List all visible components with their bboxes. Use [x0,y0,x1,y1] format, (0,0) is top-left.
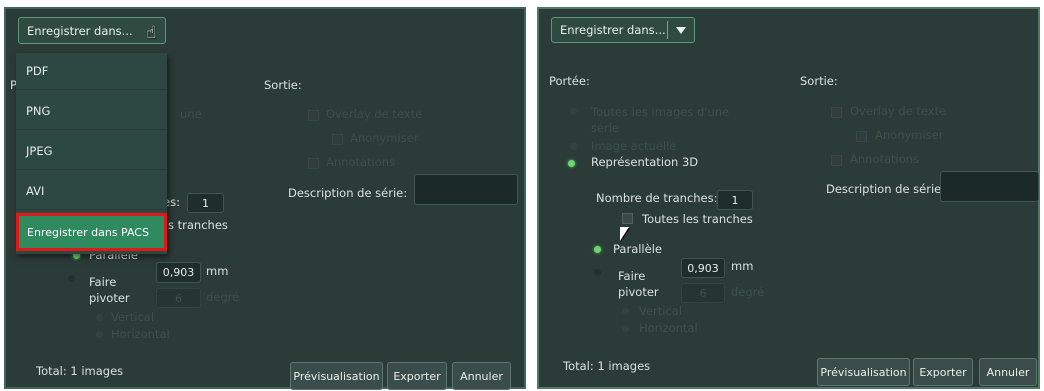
total-images-label: Total: 1 images [36,364,124,378]
mm-unit: mm [206,264,229,278]
export-button[interactable]: Exporter [387,362,447,390]
vertical-radio[interactable] [96,314,103,321]
export-dialog-left: Enregistrer dans... P une Sortie: Overla… [4,7,526,390]
series-description-input[interactable] [940,171,1039,202]
annotations-checkbox[interactable] [308,158,319,169]
mm-unit: mm [731,259,754,273]
series-description-input[interactable] [414,174,518,205]
vertical-label: Vertical [111,310,155,324]
horizontal-label: Horizontal [111,327,170,341]
overlay-label: Overlay de texte [326,107,423,121]
degree-unit: degré [731,285,765,299]
rotate-radio[interactable] [68,275,75,282]
save-to-dropdown[interactable]: Enregistrer dans... [551,17,695,43]
slices-count-input[interactable]: 1 [717,190,753,210]
cancel-button[interactable]: Annuler [979,358,1037,386]
preview-button[interactable]: Prévisualisation [817,358,910,386]
rotate-radio[interactable] [594,269,601,276]
hand-cursor-icon: ☝ [146,23,157,43]
export-dialog-right: Enregistrer dans... Portée: Toutes les i… [537,7,1040,389]
horizontal-radio[interactable] [96,331,103,338]
cancel-button[interactable]: Annuler [452,362,511,390]
menu-item-png[interactable]: PNG [16,93,167,130]
parallel-label: Parallèle [613,242,662,256]
save-to-dropdown-label: Enregistrer dans... [560,23,666,37]
degree-input[interactable]: 6 [681,283,725,303]
arrow-cursor-icon [620,227,629,241]
save-to-dropdown-label: Enregistrer dans... [27,23,133,38]
all-series-images-radio[interactable] [570,108,577,115]
save-to-dropdown[interactable]: Enregistrer dans... [18,17,166,44]
anonymize-checkbox[interactable] [856,131,867,142]
overlay-checkbox[interactable] [831,107,842,118]
annotations-checkbox[interactable] [831,155,842,166]
menu-item-avi[interactable]: AVI [16,173,167,210]
all-slices-label: s tranches [168,218,228,232]
degree-input[interactable]: 6 [156,288,201,308]
overlay-label: Overlay de texte [850,104,947,118]
chevron-down-icon [676,27,686,34]
annotations-label: Annotations [850,152,920,166]
representation-3d-radio[interactable] [568,160,575,167]
total-images-label: Total: 1 images [563,359,651,373]
degree-unit: degré [206,290,240,304]
series-description-label: Description de série: [288,186,408,200]
all-series-images-option[interactable]: une [180,107,202,121]
export-button[interactable]: Exporter [913,358,973,386]
dropdown-separator [667,21,668,39]
rotate-label: Faire pivoter [618,269,659,299]
anonymize-label: Anonymiser [875,128,944,142]
horizontal-radio[interactable] [622,325,629,332]
mm-input[interactable]: 0,903 [156,262,201,283]
menu-item-save-pacs[interactable]: Enregistrer dans PACS [16,213,167,251]
slices-count-input[interactable]: 1 [187,193,224,213]
anonymize-checkbox[interactable] [332,134,343,145]
preview-button[interactable]: Prévisualisation [290,362,383,390]
current-image-label: Image actuelle [591,139,677,153]
parallel-radio[interactable] [594,246,601,253]
vertical-label: Vertical [639,304,683,318]
output-title: Sortie: [800,74,838,88]
all-slices-checkbox[interactable] [622,213,633,224]
series-description-label: Description de série: [826,182,946,196]
mm-input[interactable]: 0,903 [681,258,725,278]
all-series-images-label: Toutes les images d'une série [591,105,730,135]
current-image-radio[interactable] [570,143,577,150]
vertical-radio[interactable] [622,308,629,315]
annotations-label: Annotations [326,155,396,169]
output-title: Sortie: [264,78,302,92]
rotate-label: Faire pivoter [89,275,130,305]
overlay-checkbox[interactable] [308,110,319,121]
anonymize-label: Anonymiser [350,131,419,145]
slices-count-label: Nombre de tranches: [596,191,718,205]
scope-title: Portée: [549,74,590,88]
representation-3d-label: Représentation 3D [591,155,699,169]
all-slices-label: Toutes les tranches [642,212,753,226]
menu-item-jpeg[interactable]: JPEG [16,133,167,170]
horizontal-label: Horizontal [639,321,698,335]
menu-item-pdf[interactable]: PDF [16,53,167,90]
